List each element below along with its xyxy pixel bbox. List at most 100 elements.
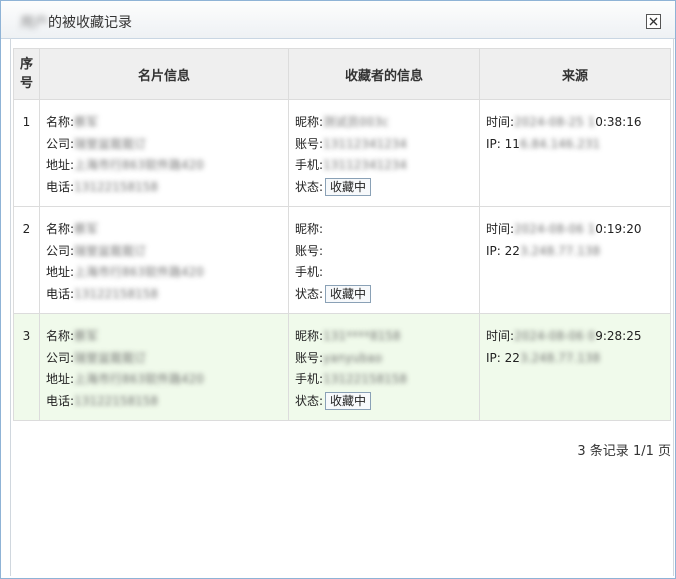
collector-mobile-label: 手机: bbox=[295, 265, 324, 279]
row-index: 2 bbox=[13, 206, 40, 314]
card-info-cell: 名称:蔡军 公司:瑞誉盆栽栽订 地址:上海市行863软件路420 电话:1312215… bbox=[39, 206, 289, 314]
collector-status-line: 状态: 收藏中 bbox=[295, 177, 479, 199]
card-phone-value: 13122158158 bbox=[74, 286, 159, 301]
source-time-value: 0:19:20 bbox=[595, 222, 642, 236]
header-index: 序号 bbox=[13, 48, 40, 100]
source-ip-value: 22 bbox=[504, 243, 520, 258]
source-time-line: 时间:2024-08-06 10:19:20 bbox=[486, 219, 670, 241]
collector-status-line: 状态: 收藏中 bbox=[295, 391, 479, 413]
card-info-cell: 名称:蔡军 公司:瑞誉盆栽栽订 地址:上海市行863软件路420 电话:1312215… bbox=[39, 99, 289, 207]
card-name-value: 蔡军 bbox=[74, 222, 99, 236]
card-name-label: 名称: bbox=[46, 222, 75, 236]
collector-nickname-line: 昵称:131****8158 bbox=[295, 326, 479, 348]
table-row: 2 名称:蔡军 公司:瑞誉盆栽栽订 地址:上海市行863软件路420 电话:131221… bbox=[13, 206, 671, 314]
source-ip-line: IP: 223.248.77.138 bbox=[486, 241, 670, 263]
card-phone-value: 13122158158 bbox=[74, 179, 159, 194]
source-cell: 时间:2024-08-25 10:38:16 IP: 116.84.146.231 bbox=[479, 99, 671, 207]
status-button[interactable]: 收藏中 bbox=[325, 285, 372, 303]
collector-account-value: yanyubao bbox=[323, 350, 383, 365]
collector-mobile-line: 手机:13112341234 bbox=[295, 155, 479, 177]
collector-account-line: 账号: bbox=[295, 241, 479, 263]
source-ip-line: IP: 116.84.146.231 bbox=[486, 134, 670, 156]
source-time-blurred: 2024-08-06 1 bbox=[514, 222, 596, 236]
card-address-value: 上海市行863软件路420 bbox=[74, 158, 204, 172]
collector-account-label: 账号: bbox=[295, 136, 324, 151]
collector-nickname-value: 测试员003c bbox=[323, 115, 389, 129]
card-phone-label: 电话: bbox=[46, 179, 75, 194]
card-phone-label: 电话: bbox=[46, 286, 75, 301]
card-phone-line: 电话:13122158158 bbox=[46, 391, 288, 413]
source-ip-blurred: 3.248.77.138 bbox=[519, 350, 601, 365]
card-address-label: 地址: bbox=[46, 372, 75, 386]
source-time-label: 时间: bbox=[486, 115, 515, 129]
collector-info-cell: 昵称:131****8158 账号:yanyubao 手机:13122158158 状… bbox=[288, 313, 480, 421]
source-ip-blurred: 6.84.146.231 bbox=[519, 136, 601, 151]
header-card-info: 名片信息 bbox=[39, 48, 289, 100]
card-address-label: 地址: bbox=[46, 158, 75, 172]
source-time-value: 9:28:25 bbox=[595, 329, 642, 343]
source-time-blurred: 2024-08-25 1 bbox=[514, 115, 596, 129]
collector-status-line: 状态: 收藏中 bbox=[295, 284, 479, 306]
source-ip-label: IP: bbox=[486, 350, 501, 365]
collector-account-label: 账号: bbox=[295, 243, 324, 258]
source-ip-value: 11 bbox=[504, 136, 520, 151]
card-address-line: 地址:上海市行863软件路420 bbox=[46, 369, 288, 391]
row-index: 1 bbox=[13, 99, 40, 207]
collector-account-value: 13112341234 bbox=[323, 136, 408, 151]
favorites-table: 序号 名片信息 收藏者的信息 来源 1 名称:蔡军 公司:瑞誉盆栽栽订 地址:上海市行… bbox=[13, 48, 671, 421]
collector-mobile-label: 手机: bbox=[295, 158, 324, 172]
source-ip-blurred: 3.248.77.138 bbox=[519, 243, 601, 258]
collector-status-label: 状态: bbox=[295, 393, 324, 408]
collector-account-line: 账号:13112341234 bbox=[295, 134, 479, 156]
card-address-line: 地址:上海市行863软件路420 bbox=[46, 155, 288, 177]
card-name-line: 名称:蔡军 bbox=[46, 112, 288, 134]
source-ip-label: IP: bbox=[486, 136, 501, 151]
collector-status-label: 状态: bbox=[295, 179, 324, 194]
header-collector-info: 收藏者的信息 bbox=[288, 48, 480, 100]
collector-mobile-label: 手机: bbox=[295, 372, 324, 386]
card-address-value: 上海市行863软件路420 bbox=[74, 265, 204, 279]
collector-mobile-value: 13112341234 bbox=[323, 158, 408, 172]
source-ip-value: 22 bbox=[504, 350, 520, 365]
source-time-label: 时间: bbox=[486, 222, 515, 236]
status-button[interactable]: 收藏中 bbox=[325, 392, 372, 410]
source-ip-line: IP: 223.248.77.138 bbox=[486, 348, 670, 370]
close-icon bbox=[649, 17, 658, 26]
collector-info-cell: 昵称:测试员003c 账号:13112341234 手机:13112341234 状态… bbox=[288, 99, 480, 207]
source-time-label: 时间: bbox=[486, 329, 515, 343]
close-button[interactable] bbox=[646, 14, 661, 29]
collector-nickname-label: 昵称: bbox=[295, 222, 324, 236]
dialog-title: 用户的被收藏记录 bbox=[20, 12, 132, 32]
collector-mobile-line: 手机:13122158158 bbox=[295, 369, 479, 391]
header-source: 来源 bbox=[479, 48, 671, 100]
collector-nickname-line: 昵称: bbox=[295, 219, 479, 241]
card-name-line: 名称:蔡军 bbox=[46, 219, 288, 241]
card-company-label: 公司: bbox=[46, 350, 75, 365]
dialog-title-user: 用户 bbox=[20, 15, 48, 31]
card-phone-label: 电话: bbox=[46, 393, 75, 408]
dialog-titlebar: 用户的被收藏记录 bbox=[1, 1, 675, 39]
row-index: 3 bbox=[13, 313, 40, 421]
collector-nickname-label: 昵称: bbox=[295, 329, 324, 343]
card-name-value: 蔡军 bbox=[74, 115, 99, 129]
card-address-value: 上海市行863软件路420 bbox=[74, 372, 204, 386]
collector-account-line: 账号:yanyubao bbox=[295, 348, 479, 370]
card-name-line: 名称:蔡军 bbox=[46, 326, 288, 348]
pagination-summary: 3 条记录 1/1 页 bbox=[577, 444, 671, 459]
collector-nickname-label: 昵称: bbox=[295, 115, 324, 129]
card-phone-line: 电话:13122158158 bbox=[46, 284, 288, 306]
card-company-value: 瑞誉盆栽栽订 bbox=[74, 243, 147, 258]
card-company-line: 公司:瑞誉盆栽栽订 bbox=[46, 348, 288, 370]
card-company-line: 公司:瑞誉盆栽栽订 bbox=[46, 241, 288, 263]
table-row: 1 名称:蔡军 公司:瑞誉盆栽栽订 地址:上海市行863软件路420 电话:131221… bbox=[13, 99, 671, 207]
source-time-value: 0:38:16 bbox=[595, 115, 642, 129]
collector-nickname-value: 131****8158 bbox=[323, 329, 401, 343]
card-phone-line: 电话:13122158158 bbox=[46, 177, 288, 199]
collector-mobile-value: 13122158158 bbox=[323, 372, 408, 386]
collector-status-label: 状态: bbox=[295, 286, 324, 301]
card-company-value: 瑞誉盆栽栽订 bbox=[74, 350, 147, 365]
card-info-cell: 名称:蔡军 公司:瑞誉盆栽栽订 地址:上海市行863软件路420 电话:1312215… bbox=[39, 313, 289, 421]
source-time-blurred: 2024-08-06 0 bbox=[514, 329, 596, 343]
status-button[interactable]: 收藏中 bbox=[325, 178, 372, 196]
card-name-label: 名称: bbox=[46, 329, 75, 343]
